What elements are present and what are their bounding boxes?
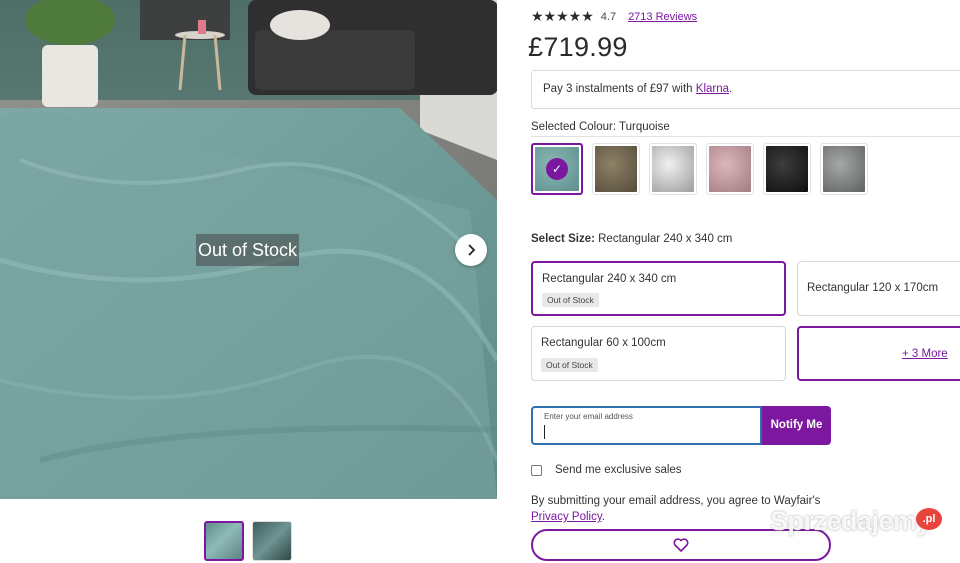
swatch-taupe[interactable] bbox=[592, 143, 640, 195]
out-of-stock-overlay: Out of Stock bbox=[196, 234, 299, 266]
size-option-label: Rectangular 120 x 170cm bbox=[807, 282, 939, 294]
divider bbox=[531, 136, 960, 137]
optin-checkbox[interactable] bbox=[531, 464, 542, 476]
more-sizes-button[interactable]: + 3 More bbox=[797, 326, 960, 381]
thumbnail-turquoise-rug-closeup[interactable] bbox=[252, 521, 292, 561]
privacy-suffix: . bbox=[601, 511, 605, 523]
notify-me-button[interactable]: Notify Me bbox=[762, 406, 831, 445]
next-image-button[interactable] bbox=[455, 234, 487, 266]
size-option-label: Rectangular 240 x 340 cm bbox=[542, 273, 677, 285]
colour-label-prefix: Selected Colour: bbox=[531, 121, 620, 133]
product-price: £719.99 bbox=[528, 32, 628, 62]
chevron-right-icon bbox=[468, 244, 476, 256]
colour-label-value: Turquoise bbox=[619, 121, 670, 133]
swatch-black[interactable] bbox=[763, 143, 811, 195]
swatch-fill bbox=[709, 146, 751, 192]
more-sizes-link[interactable]: + 3 More bbox=[902, 348, 948, 360]
email-placeholder: Enter your email address bbox=[544, 412, 633, 421]
swatch-fill bbox=[766, 146, 808, 192]
privacy-policy-link[interactable]: Privacy Policy bbox=[531, 511, 602, 523]
thumbnail-strip bbox=[204, 521, 292, 561]
size-option-120x170[interactable]: Rectangular 120 x 170cm bbox=[797, 261, 960, 316]
rating-value: 4.7 bbox=[600, 10, 617, 23]
selected-colour-label: Selected Colour: Turquoise bbox=[531, 121, 670, 133]
out-of-stock-badge: Out of Stock bbox=[541, 358, 598, 372]
rating-row: ★★★★★ 4.7 2713 Reviews bbox=[531, 8, 697, 25]
swatch-turquoise[interactable]: ✓ bbox=[531, 143, 583, 195]
email-field[interactable]: Enter your email address bbox=[531, 406, 762, 445]
exclusive-sales-optin[interactable]: Send me exclusive sales bbox=[531, 464, 682, 476]
star-rating-icon: ★★★★★ bbox=[531, 8, 594, 24]
swatch-fill bbox=[823, 146, 865, 192]
size-option-label: Rectangular 60 x 100cm bbox=[541, 337, 666, 349]
select-size-label: Select Size: Rectangular 240 x 340 cm bbox=[531, 233, 732, 245]
product-info-panel: ★★★★★ 4.7 2713 Reviews £719.99 Pay 3 ins… bbox=[528, 0, 960, 563]
swatch-fill bbox=[595, 146, 637, 192]
klarna-link[interactable]: Klarna bbox=[696, 83, 729, 95]
swatch-fill: ✓ bbox=[535, 147, 579, 191]
watermark-badge: .pl bbox=[916, 508, 942, 530]
checkmark-icon: ✓ bbox=[546, 158, 568, 180]
product-image-gallery[interactable]: Out of Stock bbox=[0, 0, 497, 499]
size-option-240x340[interactable]: Rectangular 240 x 340 cm Out of Stock bbox=[531, 261, 786, 316]
swatch-rose[interactable] bbox=[706, 143, 754, 195]
text-caret bbox=[544, 425, 545, 439]
swatch-white[interactable] bbox=[649, 143, 697, 195]
thumbnail-turquoise-rug-front[interactable] bbox=[204, 521, 244, 561]
reviews-link[interactable]: 2713 Reviews bbox=[628, 11, 697, 23]
size-label-bold: Select Size: bbox=[531, 233, 595, 245]
size-option-60x100[interactable]: Rectangular 60 x 100cm Out of Stock bbox=[531, 326, 786, 381]
klarna-text: Pay 3 instalments of £97 with bbox=[543, 83, 696, 95]
swatch-grey[interactable] bbox=[820, 143, 868, 195]
klarna-banner: Pay 3 instalments of £97 with Klarna. bbox=[531, 70, 960, 109]
size-label-value: Rectangular 240 x 340 cm bbox=[594, 233, 733, 245]
watermark-logo: Sprzedajemy bbox=[770, 506, 932, 536]
colour-swatches: ✓ bbox=[531, 143, 868, 195]
out-of-stock-badge: Out of Stock bbox=[542, 293, 599, 307]
swatch-fill bbox=[652, 146, 694, 192]
klarna-suffix: . bbox=[729, 83, 733, 95]
optin-label: Send me exclusive sales bbox=[555, 464, 682, 476]
heart-icon bbox=[673, 538, 689, 552]
notify-form: Enter your email address Notify Me bbox=[531, 406, 831, 445]
